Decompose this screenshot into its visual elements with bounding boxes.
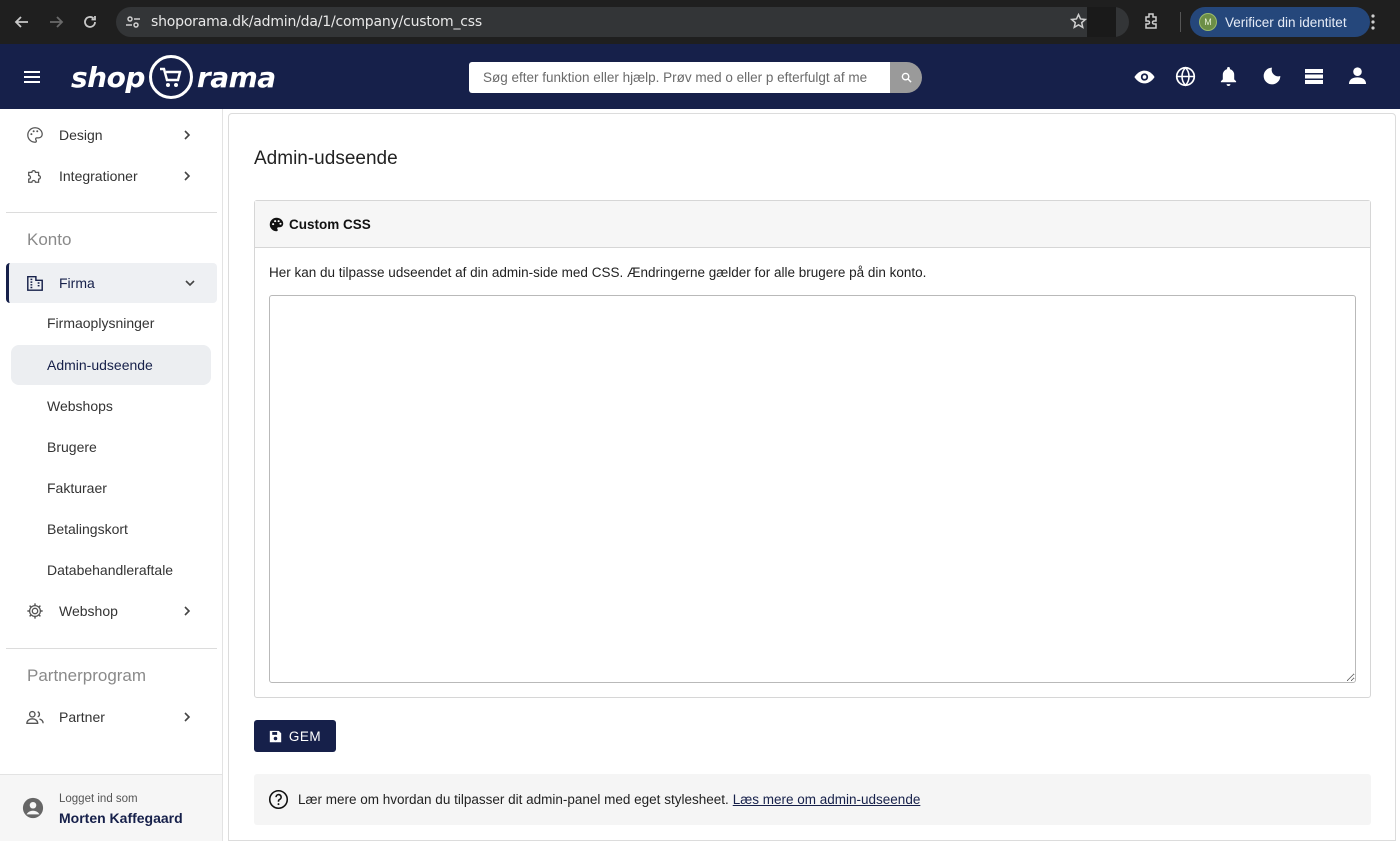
sidebar-item-design[interactable]: Design xyxy=(6,115,217,155)
sidebar-divider xyxy=(6,212,217,213)
sidebar-item-firma[interactable]: Firma xyxy=(6,263,217,303)
search-bar xyxy=(469,62,922,93)
chevron-right-icon xyxy=(181,604,193,620)
sidebar-item-label: Partner xyxy=(59,709,105,725)
reload-button[interactable] xyxy=(73,0,107,44)
logo-text-right: rama xyxy=(196,60,276,94)
sidebar-divider xyxy=(6,648,217,649)
user-name: Morten Kaffegaard xyxy=(59,810,183,826)
chevron-right-icon xyxy=(181,169,193,185)
sidebar-item-integrationer[interactable]: Integrationer xyxy=(6,156,217,196)
sidebar-item-partner[interactable]: Partner xyxy=(6,697,217,737)
help-notice: Lær mere om hvordan du tilpasser dit adm… xyxy=(254,774,1371,825)
arrow-left-icon xyxy=(14,16,28,28)
card-description: Her kan du tilpasse udseendet af din adm… xyxy=(269,265,927,280)
sidebar-subitem-databehandleraftale[interactable]: Databehandleraftale xyxy=(11,550,211,590)
sidebar-subitem-fakturaer[interactable]: Fakturaer xyxy=(11,468,211,508)
reload-icon xyxy=(84,16,96,28)
toolbar-divider xyxy=(1180,12,1181,32)
account-circle-icon xyxy=(22,797,44,824)
custom-css-card: Custom CSS Her kan du tilpasse udseendet… xyxy=(254,200,1371,698)
sidebar-item-label: Firma xyxy=(59,275,95,291)
logo-text-left: shop xyxy=(71,60,145,94)
url-text: shoporama.dk/admin/da/1/company/custom_c… xyxy=(151,14,482,30)
address-bar[interactable]: shoporama.dk/admin/da/1/company/custom_c… xyxy=(116,7,1129,37)
eye-icon[interactable] xyxy=(1133,66,1156,93)
custom-css-textarea[interactable] xyxy=(269,295,1356,683)
profile-avatar: M xyxy=(1199,13,1217,31)
sidebar-subitem-brugere[interactable]: Brugere xyxy=(11,427,211,467)
browser-menu-icon[interactable] xyxy=(1371,13,1375,36)
save-button[interactable]: GEM xyxy=(254,720,336,752)
sidebar-item-label: Webshop xyxy=(59,603,118,619)
sidebar-item-webshop[interactable]: Webshop xyxy=(6,591,217,631)
sidebar-subitem-webshops[interactable]: Webshops xyxy=(11,386,211,426)
search-button[interactable] xyxy=(890,62,922,93)
section-heading-partnerprogram: Partnerprogram xyxy=(27,666,147,685)
save-label: GEM xyxy=(288,728,322,744)
logged-in-panel: Logget ind som Morten Kaffegaard xyxy=(0,774,222,841)
globe-icon[interactable] xyxy=(1175,66,1196,92)
section-heading-konto: Konto xyxy=(27,230,72,249)
palette-icon xyxy=(269,217,284,232)
people-icon xyxy=(26,708,44,729)
sidebar-subitem-admin-udseende[interactable]: Admin-udseende xyxy=(11,345,211,385)
sidebar-item-label: Integrationer xyxy=(59,168,138,184)
sidebar-subitem-betalingskort[interactable]: Betalingskort xyxy=(11,509,211,549)
user-account-icon[interactable] xyxy=(1348,66,1367,90)
sidebar-subitem-firmaoplysninger[interactable]: Firmaoplysninger xyxy=(11,303,211,343)
gear-icon xyxy=(26,602,44,623)
palette-icon xyxy=(26,126,44,147)
dark-mode-icon[interactable] xyxy=(1262,66,1282,91)
verify-identity-button[interactable]: M Verificer din identitet xyxy=(1190,7,1370,37)
chevron-right-icon xyxy=(181,710,193,726)
search-icon xyxy=(901,72,912,83)
page-title: Admin-udseende xyxy=(254,148,398,169)
shoporama-logo[interactable]: shop rama xyxy=(71,54,276,100)
sidebar-item-label: Design xyxy=(59,127,103,143)
card-title: Custom CSS xyxy=(289,216,371,232)
site-settings-icon[interactable] xyxy=(124,13,142,31)
browser-toolbar: shoporama.dk/admin/da/1/company/custom_c… xyxy=(0,0,1400,44)
card-header: Custom CSS xyxy=(255,201,1370,248)
back-button[interactable] xyxy=(5,0,39,44)
storage-icon[interactable] xyxy=(1304,66,1324,91)
main-content: Admin-udseende Custom CSS Her kan du til… xyxy=(228,113,1396,841)
help-text: Lær mere om hvordan du tilpasser dit adm… xyxy=(298,792,729,807)
chevron-right-icon xyxy=(181,128,193,144)
cart-logo-icon xyxy=(148,55,193,99)
app-header: shop rama xyxy=(0,44,1400,109)
puzzle-icon xyxy=(26,167,44,188)
bookmark-star-icon[interactable] xyxy=(1069,12,1088,35)
verify-label: Verificer din identitet xyxy=(1225,14,1347,30)
chevron-down-icon xyxy=(184,276,196,292)
sidebar: Design Integrationer Konto Firma Firmaop… xyxy=(0,109,223,841)
floppy-disk-icon xyxy=(269,730,282,743)
menu-icon[interactable] xyxy=(22,67,42,92)
arrow-right-icon xyxy=(50,16,64,28)
forward-button[interactable] xyxy=(39,0,73,44)
url-extension-slot xyxy=(1087,7,1116,37)
search-input[interactable] xyxy=(469,62,890,93)
bell-icon[interactable] xyxy=(1219,66,1238,92)
logged-in-as-label: Logget ind som xyxy=(59,793,138,805)
building-icon xyxy=(26,274,44,295)
help-circle-icon xyxy=(268,789,289,810)
help-link[interactable]: Læs mere om admin-udseende xyxy=(733,792,921,807)
extensions-icon[interactable] xyxy=(1142,11,1162,36)
